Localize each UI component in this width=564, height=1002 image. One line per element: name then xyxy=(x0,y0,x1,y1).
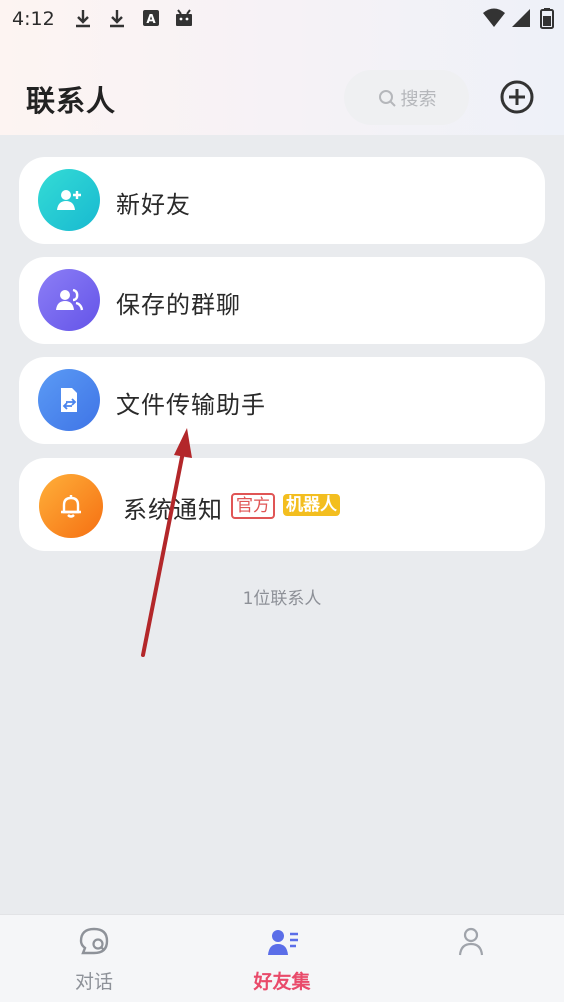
status-bar: 4:12 A xyxy=(0,0,564,38)
page-title: 联系人 xyxy=(26,84,117,118)
svg-text:A: A xyxy=(146,12,156,26)
battery-icon xyxy=(540,8,554,29)
plus-circle-icon[interactable] xyxy=(498,78,536,116)
download-icon xyxy=(76,10,90,28)
file-transfer-icon xyxy=(61,388,77,412)
avatar xyxy=(39,474,103,538)
wifi-icon xyxy=(483,8,505,27)
item-label: 系统通知 xyxy=(123,496,223,524)
list-item-new-friends[interactable]: 新好友 xyxy=(19,157,545,244)
add-user-icon xyxy=(57,190,81,210)
tab-chat[interactable]: 对话 xyxy=(0,915,188,1002)
list-item-file-transfer[interactable]: 文件传输助手 xyxy=(19,357,545,444)
tab-bar: 对话 好友集 xyxy=(0,914,564,1002)
cell-signal-icon xyxy=(512,9,530,27)
item-label: 保存的群聊 xyxy=(116,291,241,319)
group-icon xyxy=(56,288,84,311)
item-label: 文件传输助手 xyxy=(116,391,266,419)
tab-label: 好友集 xyxy=(253,971,311,993)
android-icon xyxy=(176,9,192,26)
contact-count: 1位联系人 xyxy=(242,589,322,609)
chat-icon xyxy=(79,927,109,955)
avatar xyxy=(38,169,100,231)
search-box[interactable]: 搜索 xyxy=(344,70,469,125)
profile-icon xyxy=(458,927,484,956)
contacts-icon xyxy=(268,930,298,955)
list-item-system-notice[interactable]: 系统通知 官方 机器人 xyxy=(19,458,545,551)
official-badge: 官方 xyxy=(231,493,275,519)
search-icon xyxy=(378,89,396,107)
download-icon xyxy=(110,10,124,28)
search-placeholder: 搜索 xyxy=(400,88,437,110)
avatar xyxy=(38,269,100,331)
tab-profile[interactable] xyxy=(376,915,564,1002)
tab-contacts[interactable]: 好友集 xyxy=(188,915,376,1002)
bell-icon xyxy=(61,495,81,518)
item-label: 新好友 xyxy=(116,191,191,219)
status-time: 4:12 xyxy=(12,8,55,30)
list-item-saved-groups[interactable]: 保存的群聊 xyxy=(19,257,545,344)
font-icon: A xyxy=(143,10,159,26)
tab-label: 对话 xyxy=(74,971,113,993)
bot-badge: 机器人 xyxy=(283,494,340,516)
avatar xyxy=(38,369,100,431)
